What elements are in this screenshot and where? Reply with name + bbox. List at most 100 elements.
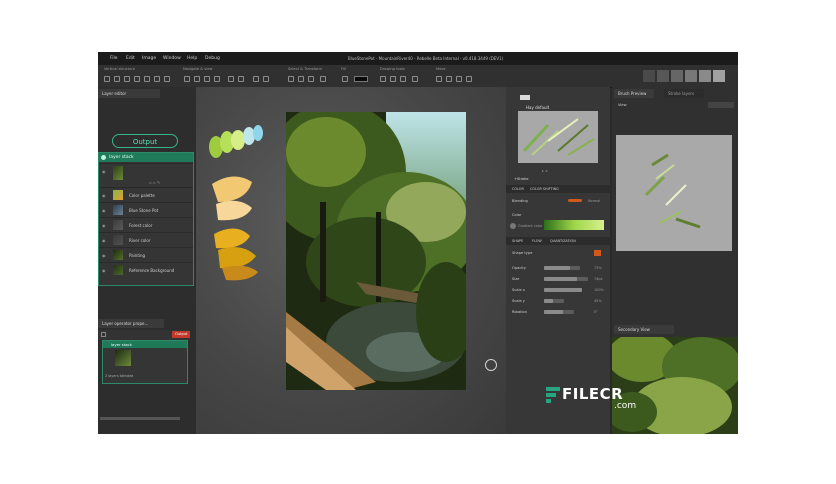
curve-icon[interactable] <box>400 76 406 82</box>
canvas-area[interactable] <box>196 87 506 434</box>
hand-icon[interactable] <box>194 76 200 82</box>
shape-type-swatch[interactable] <box>594 250 601 256</box>
layer-row[interactable]: ◉ Blue Stone Pot <box>99 202 193 217</box>
brush-preset[interactable] <box>699 70 711 82</box>
swatch-sand[interactable] <box>212 176 252 202</box>
menu-debug[interactable]: Debug <box>205 56 220 61</box>
brush-preset[interactable] <box>657 70 669 82</box>
rotate-icon[interactable] <box>204 76 210 82</box>
brush-preview-canvas[interactable] <box>616 135 732 251</box>
mirror-icon[interactable] <box>228 76 234 82</box>
output-node[interactable]: Output <box>112 134 178 148</box>
visibility-icon[interactable]: ◉ <box>102 253 106 258</box>
tab-brush-preview[interactable]: Brush Preview <box>614 89 654 98</box>
param-row-opacity[interactable]: Opacity 73% <box>506 263 610 274</box>
tab-stroke-layers[interactable]: Stroke layers <box>664 89 704 98</box>
param-slider[interactable] <box>544 299 564 303</box>
redo-icon[interactable] <box>124 76 130 82</box>
view-icon[interactable] <box>263 76 269 82</box>
param-slider[interactable] <box>544 277 588 281</box>
secondary-view-canvas[interactable] <box>612 337 738 434</box>
grid-icon[interactable] <box>238 76 244 82</box>
tab-secondary-view[interactable]: Secondary View <box>614 325 674 334</box>
eye-icon[interactable] <box>253 76 259 82</box>
select-icon[interactable] <box>288 76 294 82</box>
visibility-icon[interactable]: ◉ <box>102 223 106 228</box>
tab-layer-editor[interactable]: Layer editor <box>98 89 160 98</box>
menu-file[interactable]: File <box>110 56 118 61</box>
tab-quantization[interactable]: QUANTIZATION <box>550 239 576 243</box>
zoom-icon[interactable] <box>184 76 190 82</box>
trash-icon[interactable] <box>164 76 170 82</box>
layer-row-top[interactable]: ◉ ▫ ▫ ✎ <box>99 163 193 187</box>
lasso-icon[interactable] <box>298 76 304 82</box>
distribute-icon[interactable] <box>456 76 462 82</box>
line-icon[interactable] <box>390 76 396 82</box>
crop-icon[interactable] <box>320 76 326 82</box>
swatch-pale-green[interactable] <box>231 130 245 150</box>
brush-preset[interactable] <box>685 70 697 82</box>
eraser-icon[interactable] <box>154 76 160 82</box>
output-badge[interactable]: Output <box>172 331 191 338</box>
preview-controls-icon[interactable]: ▸ ◂ <box>542 168 547 173</box>
brush-preset[interactable] <box>671 70 683 82</box>
visibility-icon[interactable]: ◉ <box>102 238 106 243</box>
view-dropdown[interactable] <box>708 102 734 108</box>
props-stack-node[interactable]: layer stack 2 layers blended <box>102 340 188 384</box>
move-icon[interactable] <box>436 76 442 82</box>
param-slider[interactable] <box>544 310 574 314</box>
param-slider[interactable] <box>544 266 580 270</box>
fit-icon[interactable] <box>214 76 220 82</box>
layer-stack-header[interactable]: layer stack <box>99 153 193 162</box>
painting-canvas[interactable] <box>286 112 466 390</box>
brush-preset[interactable] <box>643 70 655 82</box>
settings-icon[interactable] <box>101 332 106 337</box>
menu-help[interactable]: Help <box>187 56 197 61</box>
gradient-color-bar[interactable] <box>544 220 604 230</box>
tab-color-shifting[interactable]: COLOR SHIFTING <box>530 187 559 191</box>
layer-row[interactable]: ◉ Forest color <box>99 217 193 232</box>
blending-curve-icon[interactable] <box>568 199 582 202</box>
param-row-size[interactable]: Size 74px <box>506 274 610 285</box>
horizontal-scrollbar[interactable] <box>100 417 180 420</box>
undo-icon[interactable] <box>114 76 120 82</box>
add-icon[interactable] <box>134 76 140 82</box>
snap-icon[interactable] <box>466 76 472 82</box>
swatch-ochre[interactable] <box>218 247 256 269</box>
brush-icon[interactable] <box>144 76 150 82</box>
layer-icon[interactable] <box>104 76 110 82</box>
layer-row[interactable]: ◉ Reference Background <box>99 262 193 277</box>
layer-tools-icon[interactable]: ▫ ▫ ✎ <box>149 180 160 185</box>
shape-icon[interactable] <box>412 76 418 82</box>
swatch-dark-ochre[interactable] <box>222 265 258 281</box>
color-picker-icon[interactable] <box>510 223 516 229</box>
fill-color-swatch[interactable] <box>354 76 368 82</box>
bucket-icon[interactable] <box>342 76 348 82</box>
brush-preset[interactable] <box>713 70 725 82</box>
swatch-pale-blue[interactable] <box>243 127 255 145</box>
visibility-icon[interactable]: ◉ <box>102 169 106 174</box>
visibility-icon[interactable]: ◉ <box>102 193 106 198</box>
layer-row[interactable]: ◉ Painting <box>99 247 193 262</box>
preset-swatch[interactable] <box>520 95 530 100</box>
menu-edit[interactable]: Edit <box>126 56 135 61</box>
brush-presets-strip[interactable] <box>643 68 733 84</box>
param-slider[interactable] <box>544 288 582 292</box>
pen-icon[interactable] <box>380 76 386 82</box>
stroke-section-label[interactable]: +Stroke <box>514 177 528 181</box>
swatch-light-sand[interactable] <box>216 200 252 221</box>
swatch-yellow[interactable] <box>214 228 250 249</box>
blending-value[interactable]: Normal <box>588 199 600 203</box>
param-row-rotation[interactable]: Rotation 0° <box>506 307 610 318</box>
param-row-scale-x[interactable]: Scale x 100% <box>506 285 610 296</box>
layer-row[interactable]: ◉ Color palette <box>99 187 193 202</box>
visibility-icon[interactable]: ◉ <box>102 268 106 273</box>
tab-shape[interactable]: SHAPE <box>512 239 523 243</box>
tab-layer-operator-properties[interactable]: Layer operator prope... <box>98 319 164 328</box>
color-palette-swatches[interactable] <box>206 122 270 282</box>
visibility-icon[interactable]: ◉ <box>102 208 106 213</box>
layer-row[interactable]: ◉ River color <box>99 232 193 247</box>
menu-image[interactable]: Image <box>142 56 156 61</box>
transform-icon[interactable] <box>308 76 314 82</box>
tab-color[interactable]: COLOR <box>512 187 524 191</box>
